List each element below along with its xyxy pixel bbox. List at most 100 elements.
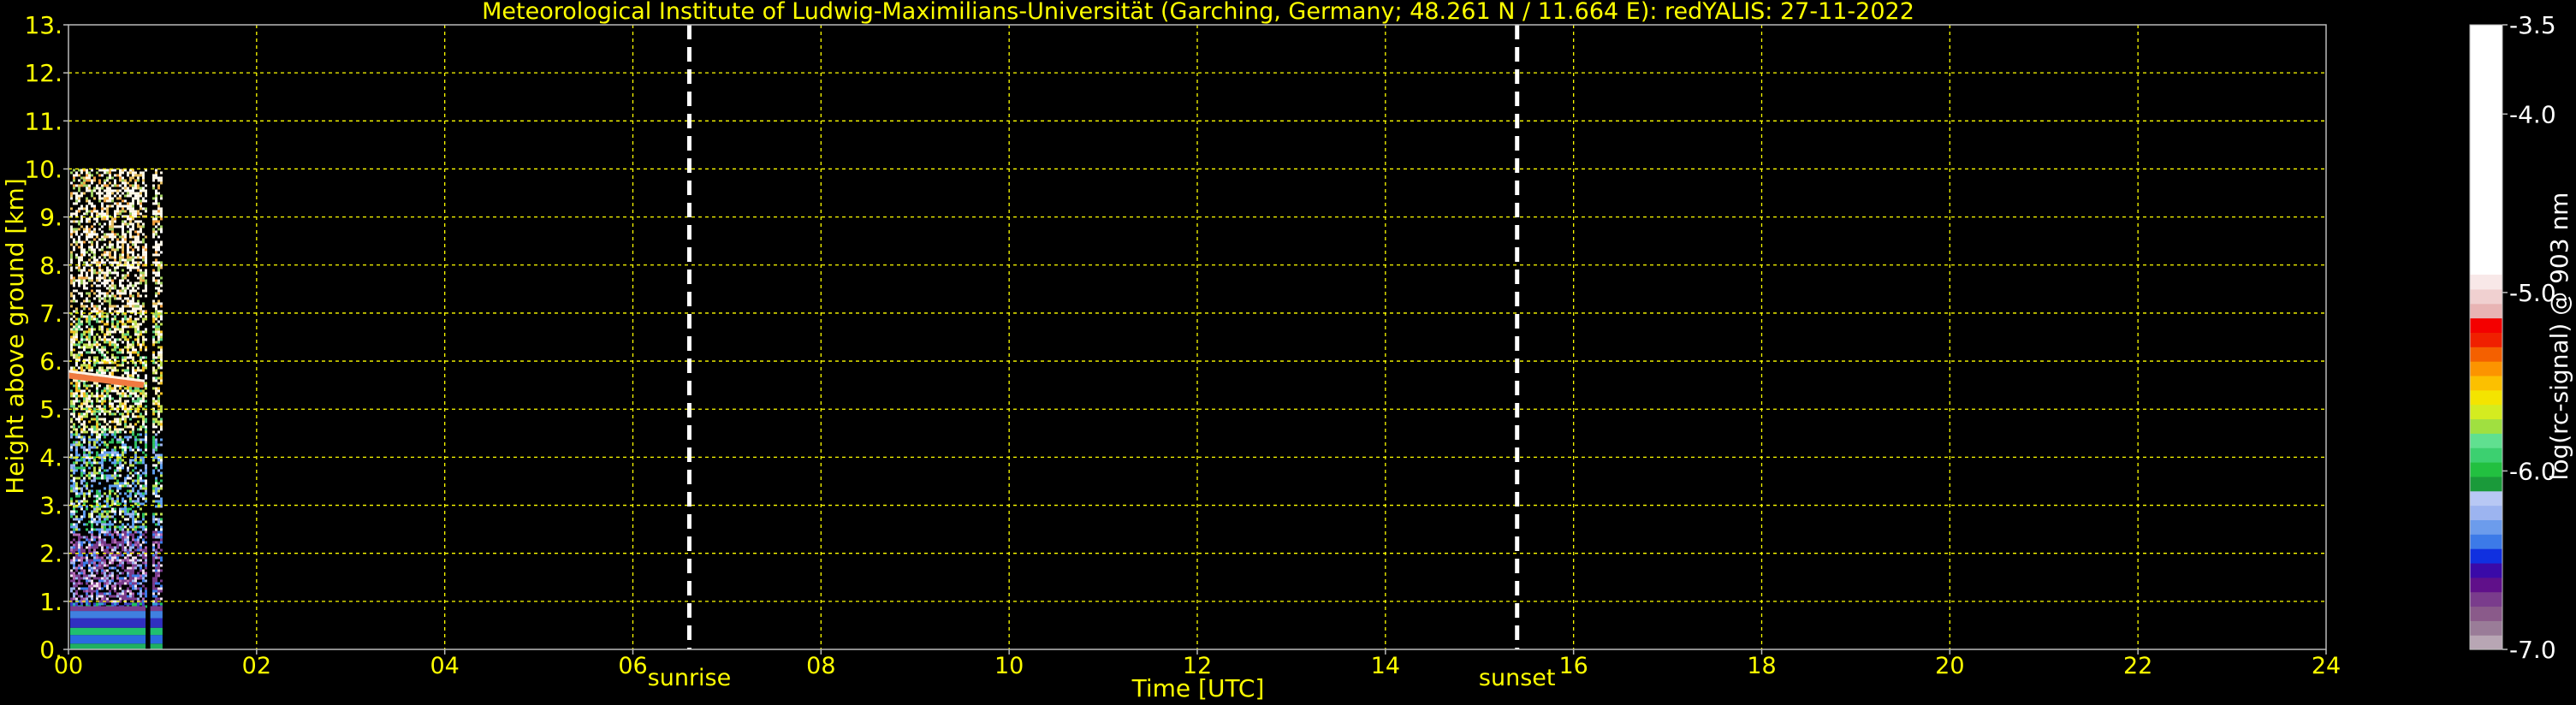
heatmap-cell (70, 251, 73, 254)
heatmap-cell (134, 230, 137, 234)
heatmap-cell (70, 487, 73, 490)
heatmap-cell (93, 556, 96, 560)
heatmap-cell (134, 361, 137, 364)
heatmap-cell (142, 397, 145, 400)
heatmap-cell (116, 530, 119, 534)
heatmap-cell (96, 233, 98, 236)
x-tick-label: 06 (618, 653, 647, 679)
heatmap-cell (142, 561, 145, 565)
heatmap-cell (111, 305, 114, 308)
heatmap-cell (93, 561, 96, 565)
heatmap-cell (104, 564, 106, 567)
heatmap-cell (88, 230, 91, 234)
heatmap-cell (73, 405, 75, 408)
heatmap-cell (88, 538, 91, 542)
heatmap-cell (122, 523, 124, 526)
heatmap-cell (75, 392, 78, 395)
heatmap-cell (86, 297, 88, 300)
heatmap-cell (160, 230, 163, 234)
heatmap-cell (152, 338, 155, 341)
heatmap-cell (86, 559, 88, 562)
heatmap-cell (70, 512, 73, 516)
heatmap-cell (98, 559, 101, 562)
heatmap-cell (98, 584, 101, 588)
heatmap-cell (70, 525, 73, 529)
heatmap-cell (70, 348, 73, 352)
heatmap-cell (98, 492, 101, 495)
heatmap-cell (124, 315, 127, 318)
heatmap-cell (157, 176, 160, 180)
heatmap-cell (129, 240, 132, 244)
heatmap-cell (142, 541, 145, 544)
heatmap-cell (75, 446, 78, 449)
heatmap-cell (93, 310, 96, 313)
heatmap-cell (86, 274, 88, 277)
heatmap-cell (70, 253, 73, 257)
heatmap-cell (134, 435, 137, 439)
y-tick-label: 8. (39, 252, 62, 280)
heatmap-cell (109, 251, 111, 254)
heatmap-cell (132, 500, 134, 503)
heatmap-cell (93, 207, 96, 210)
heatmap-cell (101, 246, 104, 249)
heatmap-cell (109, 466, 111, 470)
heatmap-cell (127, 264, 129, 267)
heatmap-cell (129, 289, 132, 293)
heatmap-cell (91, 543, 93, 547)
heatmap-cell (114, 294, 116, 298)
heatmap-cell (127, 207, 129, 210)
heatmap-cell (139, 402, 142, 406)
heatmap-cell (98, 228, 101, 231)
heatmap-cell (132, 412, 134, 416)
heatmap-cell (139, 225, 142, 228)
heatmap-cell (132, 579, 134, 583)
heatmap-cell (155, 482, 157, 485)
heatmap-cell (129, 228, 132, 231)
heatmap-cell (124, 181, 127, 185)
heatmap-cell (86, 338, 88, 341)
heatmap-cell (109, 489, 111, 493)
heatmap-cell (137, 366, 139, 370)
heatmap-cell (104, 251, 106, 254)
heatmap-cell (157, 443, 160, 447)
heatmap-cell (122, 351, 124, 354)
heatmap-cell (139, 397, 142, 400)
heatmap-cell (157, 530, 160, 534)
heatmap-cell (160, 584, 163, 588)
heatmap-cell (75, 541, 78, 544)
heatmap-cell (101, 559, 104, 562)
heatmap-cell (124, 418, 127, 421)
heatmap-cell (127, 204, 129, 208)
heatmap-cell (129, 435, 132, 439)
heatmap-cell (106, 356, 109, 359)
heatmap-cell (116, 533, 119, 536)
heatmap-cell (119, 507, 122, 511)
heatmap-cell (127, 474, 129, 477)
heatmap-cell (139, 207, 142, 210)
heatmap-cell (129, 302, 132, 305)
heatmap-cell (119, 189, 122, 193)
heatmap-cell (155, 215, 157, 218)
heatmap-cell (106, 330, 109, 334)
heatmap-cell (122, 335, 124, 339)
heatmap-cell (101, 474, 104, 477)
heatmap-cell (101, 541, 104, 544)
heatmap-cell (137, 400, 139, 403)
heatmap-cell (78, 538, 80, 542)
heatmap-cell (122, 448, 124, 452)
heatmap-cell (70, 425, 73, 429)
heatmap-cell (73, 548, 75, 552)
colorbar-segment (2470, 620, 2502, 636)
heatmap-cell (104, 579, 106, 583)
heatmap-cell (91, 302, 93, 305)
heatmap-cell (70, 530, 73, 534)
heatmap-cell (139, 441, 142, 444)
heatmap-cell (101, 461, 104, 465)
heatmap-cell (122, 582, 124, 585)
heatmap-cell (139, 405, 142, 408)
heatmap-cell (134, 320, 137, 323)
heatmap-cell (132, 228, 134, 231)
heatmap-cell (78, 577, 80, 580)
heatmap-cell (134, 423, 137, 426)
heatmap-cell (137, 222, 139, 226)
